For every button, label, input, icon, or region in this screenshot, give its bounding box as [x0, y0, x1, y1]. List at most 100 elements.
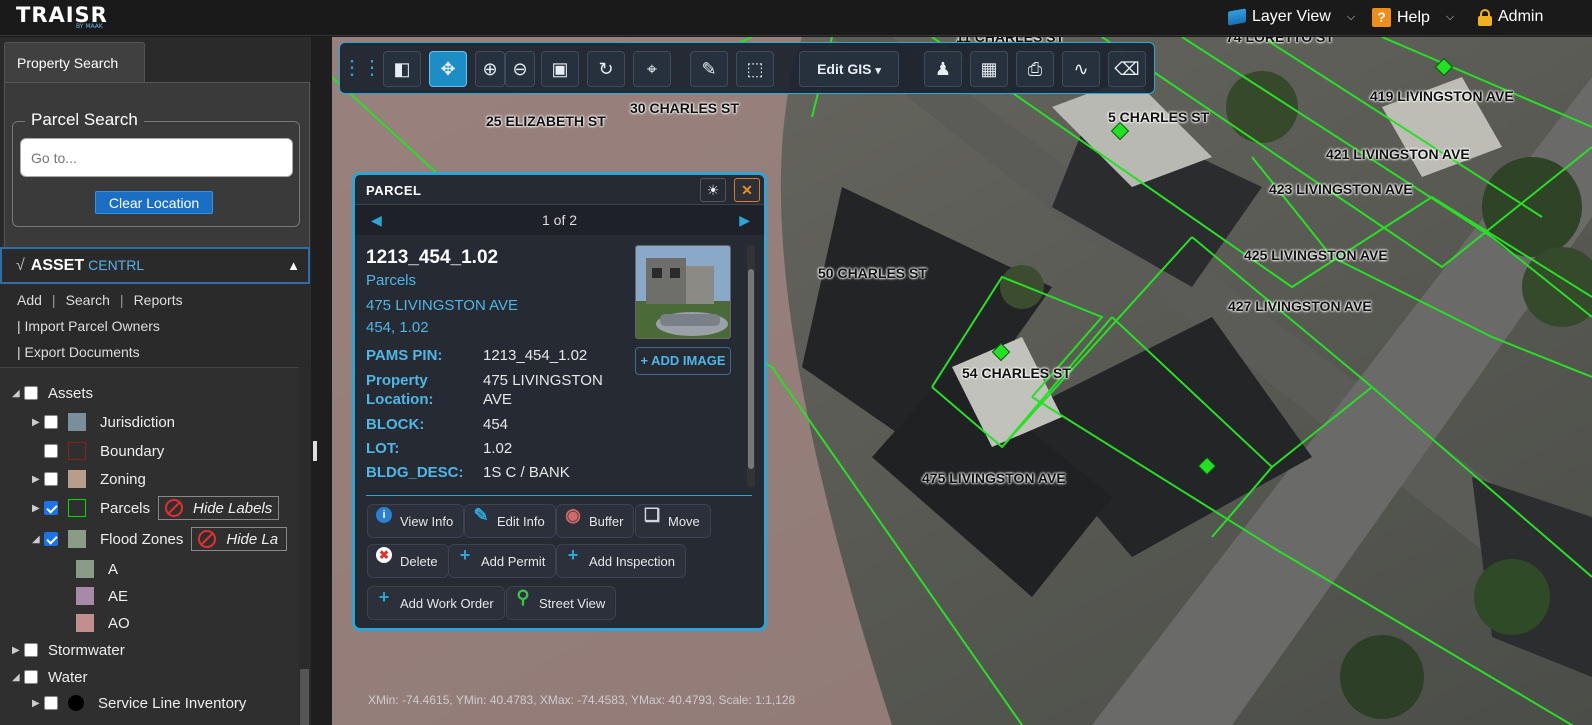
tree-label: AO: [108, 614, 130, 632]
tree-label: Flood Zones: [100, 530, 184, 548]
add-link[interactable]: Add: [17, 292, 42, 308]
collapsed-icon[interactable]: ▶: [32, 417, 44, 428]
drag-handle-icon[interactable]: ⋮⋮: [342, 51, 382, 87]
refresh-button[interactable]: ↻: [587, 51, 625, 87]
tree-item-assets[interactable]: ◢ Assets: [12, 382, 93, 404]
checkbox-jurisdiction[interactable]: [44, 415, 58, 429]
panel-splitter[interactable]: [311, 37, 332, 725]
next-arrow-icon[interactable]: ▶: [739, 205, 750, 235]
tree-item-stormwater[interactable]: ▶ Stormwater: [12, 639, 125, 661]
field-value: 1213_454_1.02: [483, 347, 588, 364]
select-button[interactable]: ⬚: [736, 51, 774, 87]
asset-centrl-title: √ ASSET CENTRL: [16, 257, 144, 275]
tree-scrollbar-thumb[interactable]: [300, 669, 309, 725]
delete-button[interactable]: ✖ Delete: [367, 544, 449, 578]
move-button[interactable]: ❏ Move: [635, 504, 711, 538]
help-menu[interactable]: ? Help ⌵: [1372, 8, 1454, 27]
buffer-button[interactable]: ◉ Buffer: [556, 504, 635, 538]
parcel-photo[interactable]: [635, 245, 731, 339]
locate-button[interactable]: ⌖: [633, 51, 671, 87]
brightness-button[interactable]: ☀: [700, 178, 726, 202]
collapsed-icon[interactable]: ▶: [12, 645, 24, 656]
tree-item-jurisdiction[interactable]: ▶ Jurisdiction: [32, 411, 175, 433]
tree-item-parcels[interactable]: ▶ Parcels Hide Labels: [32, 496, 280, 520]
draw-button[interactable]: ∿: [1062, 51, 1100, 87]
popup-scrollbar[interactable]: [747, 245, 755, 487]
asset-subtitle: CENTRL: [88, 257, 145, 273]
tree-item-zoning[interactable]: ▶ Zoning: [32, 468, 146, 490]
traisr-logo[interactable]: TRAISR BY MAAK: [16, 3, 108, 30]
ruler-icon: ✎: [701, 59, 717, 79]
clear-graphics-button[interactable]: ⌫: [1108, 51, 1146, 87]
prev-arrow-icon[interactable]: ◀: [371, 205, 382, 235]
print-button[interactable]: ⎙: [1016, 51, 1054, 87]
caret-down-icon: ▾: [875, 65, 881, 77]
delete-icon: ✖: [376, 547, 392, 563]
legend-swatch: [76, 587, 94, 605]
street-person-button[interactable]: ♟: [924, 51, 962, 87]
map-toolbar: ⋮⋮ ◧ ✥ ⊕ ⊖ ▣ ↻ ⌖ ✎ ⬚ Edit GIS ▾ ♟ ▦ ⎙ ∿ …: [339, 42, 1155, 94]
map-label: 50 CHARLES ST: [818, 265, 927, 281]
edit-gis-dropdown[interactable]: Edit GIS ▾: [799, 51, 899, 87]
action-label: Edit Info: [497, 513, 545, 529]
add-inspection-button[interactable]: + Add Inspection: [556, 544, 687, 578]
collapse-up-icon[interactable]: ▲: [287, 258, 300, 273]
close-button[interactable]: ✕: [734, 178, 760, 202]
tree-item-service-line[interactable]: ▶ Service Line Inventory: [32, 692, 246, 714]
hide-labels-button[interactable]: Hide La: [191, 527, 288, 551]
tree-item-zone-a: A: [76, 558, 118, 580]
hide-labels-button[interactable]: Hide Labels: [158, 496, 280, 520]
export-documents-link[interactable]: | Export Documents: [17, 344, 140, 360]
checkbox-service-line[interactable]: [44, 696, 58, 710]
checkbox-flood-zones[interactable]: [44, 532, 58, 546]
checkbox-zoning[interactable]: [44, 472, 58, 486]
tree-label: Jurisdiction: [100, 413, 176, 431]
collapsed-icon[interactable]: ▶: [32, 503, 44, 514]
goto-input[interactable]: [20, 138, 293, 177]
add-permit-button[interactable]: + Add Permit: [448, 544, 557, 578]
checkbox-boundary[interactable]: [44, 444, 58, 458]
tree-item-boundary[interactable]: Boundary: [32, 440, 164, 462]
add-work-order-button[interactable]: + Add Work Order: [367, 586, 505, 620]
tree-item-water[interactable]: ◢ Water: [12, 666, 87, 688]
popup-scrollbar-thumb[interactable]: [748, 269, 754, 469]
checkbox-assets[interactable]: [24, 386, 38, 400]
reports-link[interactable]: Reports: [134, 292, 183, 308]
layer-view-menu[interactable]: Layer View ⌵: [1228, 8, 1355, 26]
tab-property-search[interactable]: Property Search: [4, 42, 145, 82]
collapsed-icon[interactable]: ▶: [32, 698, 44, 709]
measure-button[interactable]: ✎: [690, 51, 728, 87]
splitter-grip[interactable]: [313, 441, 317, 461]
action-label: Add Permit: [481, 553, 546, 569]
street-view-button[interactable]: ⚲ Street View: [506, 586, 617, 620]
edit-info-button[interactable]: ✎ Edit Info: [464, 504, 556, 538]
view-info-button[interactable]: i View Info: [367, 504, 465, 538]
import-parcel-owners-link[interactable]: | Import Parcel Owners: [17, 318, 160, 334]
no-labels-icon: [198, 530, 217, 548]
admin-menu[interactable]: Admin: [1478, 8, 1543, 26]
checkbox-water[interactable]: [24, 670, 38, 684]
expanded-icon[interactable]: ◢: [32, 534, 44, 545]
zoom-out-button[interactable]: ⊖: [505, 51, 535, 87]
map-label: 427 LIVINGSTON AVE: [1228, 298, 1372, 314]
tree-item-flood-zones[interactable]: ◢ Flood Zones Hide La: [32, 527, 288, 551]
expanded-icon[interactable]: ◢: [12, 388, 24, 399]
basemap-grid-button[interactable]: ▦: [970, 51, 1008, 87]
printer-icon: ⎙: [1027, 59, 1043, 79]
clear-location-button[interactable]: Clear Location: [95, 191, 213, 214]
checkbox-stormwater[interactable]: [24, 643, 38, 657]
full-extent-button[interactable]: ▣: [541, 51, 579, 87]
pan-button[interactable]: ✥: [429, 51, 467, 87]
checkbox-parcels[interactable]: [44, 501, 58, 515]
field-label: LOT:: [366, 440, 400, 457]
expanded-icon[interactable]: ◢: [12, 672, 24, 683]
asset-centrl-header[interactable]: √ ASSET CENTRL ▲: [0, 247, 310, 284]
map-label: 419 LIVINGSTON AVE: [1370, 88, 1514, 104]
search-link[interactable]: Search: [66, 292, 110, 308]
add-image-button[interactable]: + ADD IMAGE: [635, 347, 731, 375]
panel-toggle-button[interactable]: ◧: [383, 51, 421, 87]
zoom-in-button[interactable]: ⊕: [475, 51, 505, 87]
collapsed-icon[interactable]: ▶: [32, 474, 44, 485]
map-label: 30 CHARLES ST: [630, 100, 739, 116]
field-value: 1.02: [483, 440, 513, 457]
